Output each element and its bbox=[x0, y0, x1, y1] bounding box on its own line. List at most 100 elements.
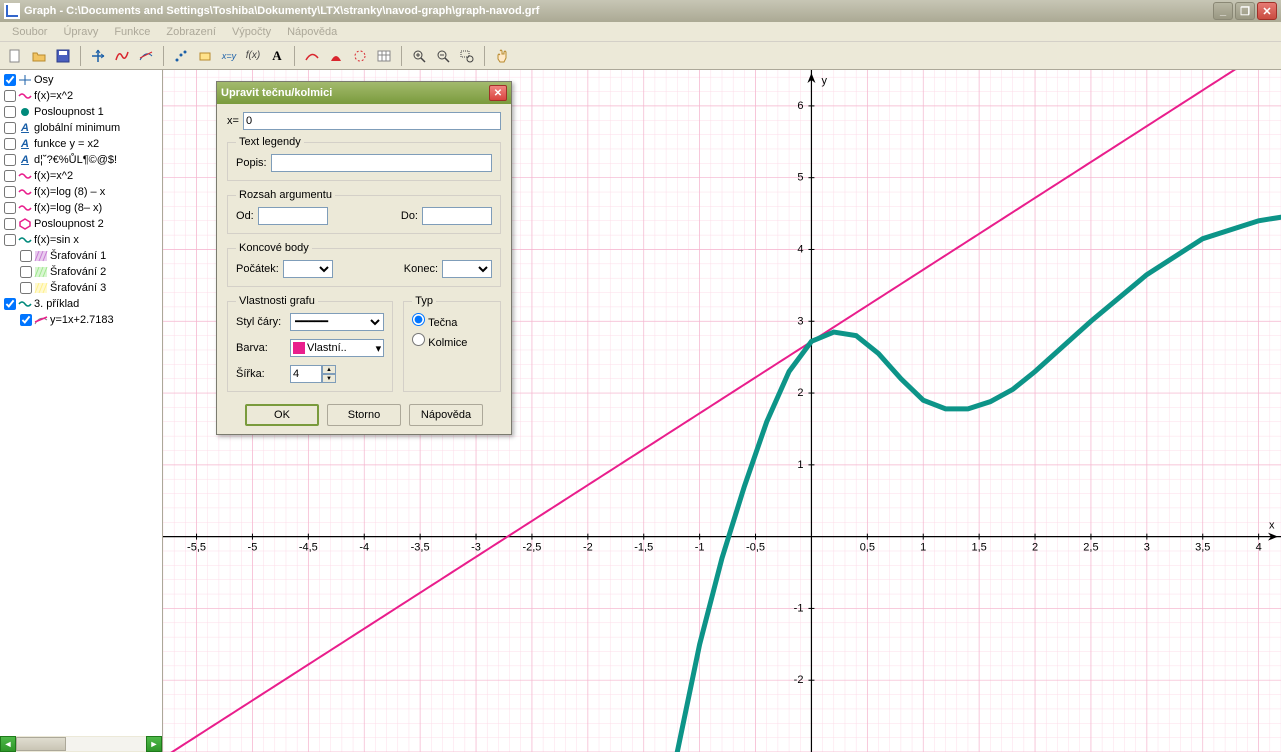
tree-item-4[interactable]: Afunkce y = x2 bbox=[2, 136, 160, 152]
menu-soubor[interactable]: Soubor bbox=[4, 24, 55, 40]
window-titlebar: Graph - C:\Documents and Settings\Toshib… bbox=[0, 0, 1281, 22]
tree-item-11[interactable]: Šrafování 1 bbox=[2, 248, 160, 264]
save-file-button[interactable] bbox=[52, 45, 74, 67]
relation-button[interactable] bbox=[194, 45, 216, 67]
tree-checkbox[interactable] bbox=[4, 202, 16, 214]
tree-item-label: globální minimum bbox=[34, 122, 120, 134]
tree-checkbox[interactable] bbox=[4, 122, 16, 134]
tree-checkbox[interactable] bbox=[20, 314, 32, 326]
zoom-in-button[interactable] bbox=[408, 45, 430, 67]
help-button[interactable]: Nápověda bbox=[409, 404, 483, 426]
konec-label: Konec: bbox=[404, 263, 438, 275]
tree-item-0[interactable]: Osy bbox=[2, 72, 160, 88]
svg-text:4: 4 bbox=[797, 243, 803, 255]
equation-button[interactable]: x=y bbox=[218, 45, 240, 67]
svg-text:5: 5 bbox=[797, 172, 803, 184]
sidebar-scrollbar[interactable]: ◄ ► bbox=[0, 736, 162, 752]
table-button[interactable] bbox=[373, 45, 395, 67]
tree-checkbox[interactable] bbox=[4, 298, 16, 310]
axes-button[interactable] bbox=[87, 45, 109, 67]
popis-input[interactable] bbox=[271, 154, 492, 172]
tree-checkbox[interactable] bbox=[4, 138, 16, 150]
tree-checkbox[interactable] bbox=[4, 106, 16, 118]
tree-item-icon bbox=[34, 250, 48, 262]
scroll-right-button[interactable]: ► bbox=[146, 736, 162, 752]
width-spinner[interactable]: ▲▼ bbox=[290, 365, 336, 383]
menu-funkce[interactable]: Funkce bbox=[106, 24, 158, 40]
tree-checkbox[interactable] bbox=[4, 90, 16, 102]
maximize-button[interactable]: ❐ bbox=[1235, 2, 1255, 20]
new-file-button[interactable] bbox=[4, 45, 26, 67]
minimize-button[interactable]: _ bbox=[1213, 2, 1233, 20]
animate-button[interactable] bbox=[349, 45, 371, 67]
tree-item-7[interactable]: f(x)=log (8) – x bbox=[2, 184, 160, 200]
tree-item-1[interactable]: f(x)=x^2 bbox=[2, 88, 160, 104]
spin-up[interactable]: ▲ bbox=[322, 365, 336, 374]
tree-item-6[interactable]: f(x)=x^2 bbox=[2, 168, 160, 184]
tree-item-icon: A bbox=[18, 122, 32, 134]
menu-napoveda[interactable]: Nápověda bbox=[279, 24, 345, 40]
spin-down[interactable]: ▼ bbox=[322, 374, 336, 383]
color-swatch-icon bbox=[293, 342, 305, 354]
style-select[interactable]: ━━━━━ bbox=[290, 313, 384, 331]
pocatek-select[interactable] bbox=[283, 260, 333, 278]
tree-checkbox[interactable] bbox=[4, 154, 16, 166]
zoom-out-button[interactable] bbox=[432, 45, 454, 67]
tree-checkbox[interactable] bbox=[4, 186, 16, 198]
scrollbar-thumb[interactable] bbox=[16, 737, 66, 751]
shading-button[interactable] bbox=[325, 45, 347, 67]
tree-item-icon bbox=[18, 106, 32, 118]
menu-vypocty[interactable]: Výpočty bbox=[224, 24, 279, 40]
tree-item-2[interactable]: Posloupnost 1 bbox=[2, 104, 160, 120]
tree-item-10[interactable]: f(x)=sin x bbox=[2, 232, 160, 248]
ok-button[interactable]: OK bbox=[245, 404, 319, 426]
dialog-titlebar[interactable]: Upravit tečnu/kolmici ✕ bbox=[217, 82, 511, 104]
tree-item-8[interactable]: f(x)=log (8– x) bbox=[2, 200, 160, 216]
label-button[interactable]: A bbox=[266, 45, 288, 67]
open-file-button[interactable] bbox=[28, 45, 50, 67]
tangent-button[interactable] bbox=[135, 45, 157, 67]
zoom-window-button[interactable] bbox=[456, 45, 478, 67]
od-input[interactable] bbox=[258, 207, 328, 225]
window-close-button[interactable]: ✕ bbox=[1257, 2, 1277, 20]
point-series-button[interactable] bbox=[170, 45, 192, 67]
tree-item-14[interactable]: 3. příklad bbox=[2, 296, 160, 312]
tree-item-icon bbox=[34, 266, 48, 278]
tree-checkbox[interactable] bbox=[4, 170, 16, 182]
tree-item-3[interactable]: Aglobální minimum bbox=[2, 120, 160, 136]
width-input[interactable] bbox=[290, 365, 322, 383]
pocatek-label: Počátek: bbox=[236, 263, 279, 275]
trace-button[interactable] bbox=[301, 45, 323, 67]
scroll-left-button[interactable]: ◄ bbox=[0, 736, 16, 752]
x-input[interactable] bbox=[243, 112, 501, 130]
tree-item-5[interactable]: Ad¦˘?€%ŮL¶©@$! bbox=[2, 152, 160, 168]
tecna-radio[interactable] bbox=[412, 313, 425, 326]
tree-checkbox[interactable] bbox=[4, 234, 16, 246]
function-button[interactable] bbox=[111, 45, 133, 67]
kolmice-radio[interactable] bbox=[412, 333, 425, 346]
cancel-button[interactable]: Storno bbox=[327, 404, 401, 426]
tree-checkbox[interactable] bbox=[20, 282, 32, 294]
dialog-close-button[interactable]: ✕ bbox=[489, 85, 507, 101]
color-select[interactable]: Vlastní.. ▾ bbox=[290, 339, 384, 357]
tree-item-9[interactable]: Posloupnost 2 bbox=[2, 216, 160, 232]
do-input[interactable] bbox=[422, 207, 492, 225]
fx-button[interactable]: f(x) bbox=[242, 45, 264, 67]
window-title: Graph - C:\Documents and Settings\Toshib… bbox=[24, 5, 539, 17]
konec-select[interactable] bbox=[442, 260, 492, 278]
tree-checkbox[interactable] bbox=[4, 218, 16, 230]
menu-upravy[interactable]: Úpravy bbox=[55, 24, 106, 40]
tree-item-15[interactable]: y=1x+2.7183 bbox=[2, 312, 160, 328]
tree-checkbox[interactable] bbox=[20, 250, 32, 262]
tecna-radio-label[interactable]: Tečna bbox=[412, 317, 457, 329]
tree-item-13[interactable]: Šrafování 3 bbox=[2, 280, 160, 296]
tree-checkbox[interactable] bbox=[4, 74, 16, 86]
tree-checkbox[interactable] bbox=[20, 266, 32, 278]
kolmice-radio-label[interactable]: Kolmice bbox=[412, 337, 467, 349]
tree-item-icon bbox=[34, 282, 48, 294]
menu-zobrazeni[interactable]: Zobrazení bbox=[158, 24, 224, 40]
tree-item-12[interactable]: Šrafování 2 bbox=[2, 264, 160, 280]
pan-button[interactable] bbox=[491, 45, 513, 67]
svg-text:-3: -3 bbox=[471, 542, 481, 554]
function-list-sidebar: Osyf(x)=x^2Posloupnost 1Aglobální minimu… bbox=[0, 70, 163, 752]
